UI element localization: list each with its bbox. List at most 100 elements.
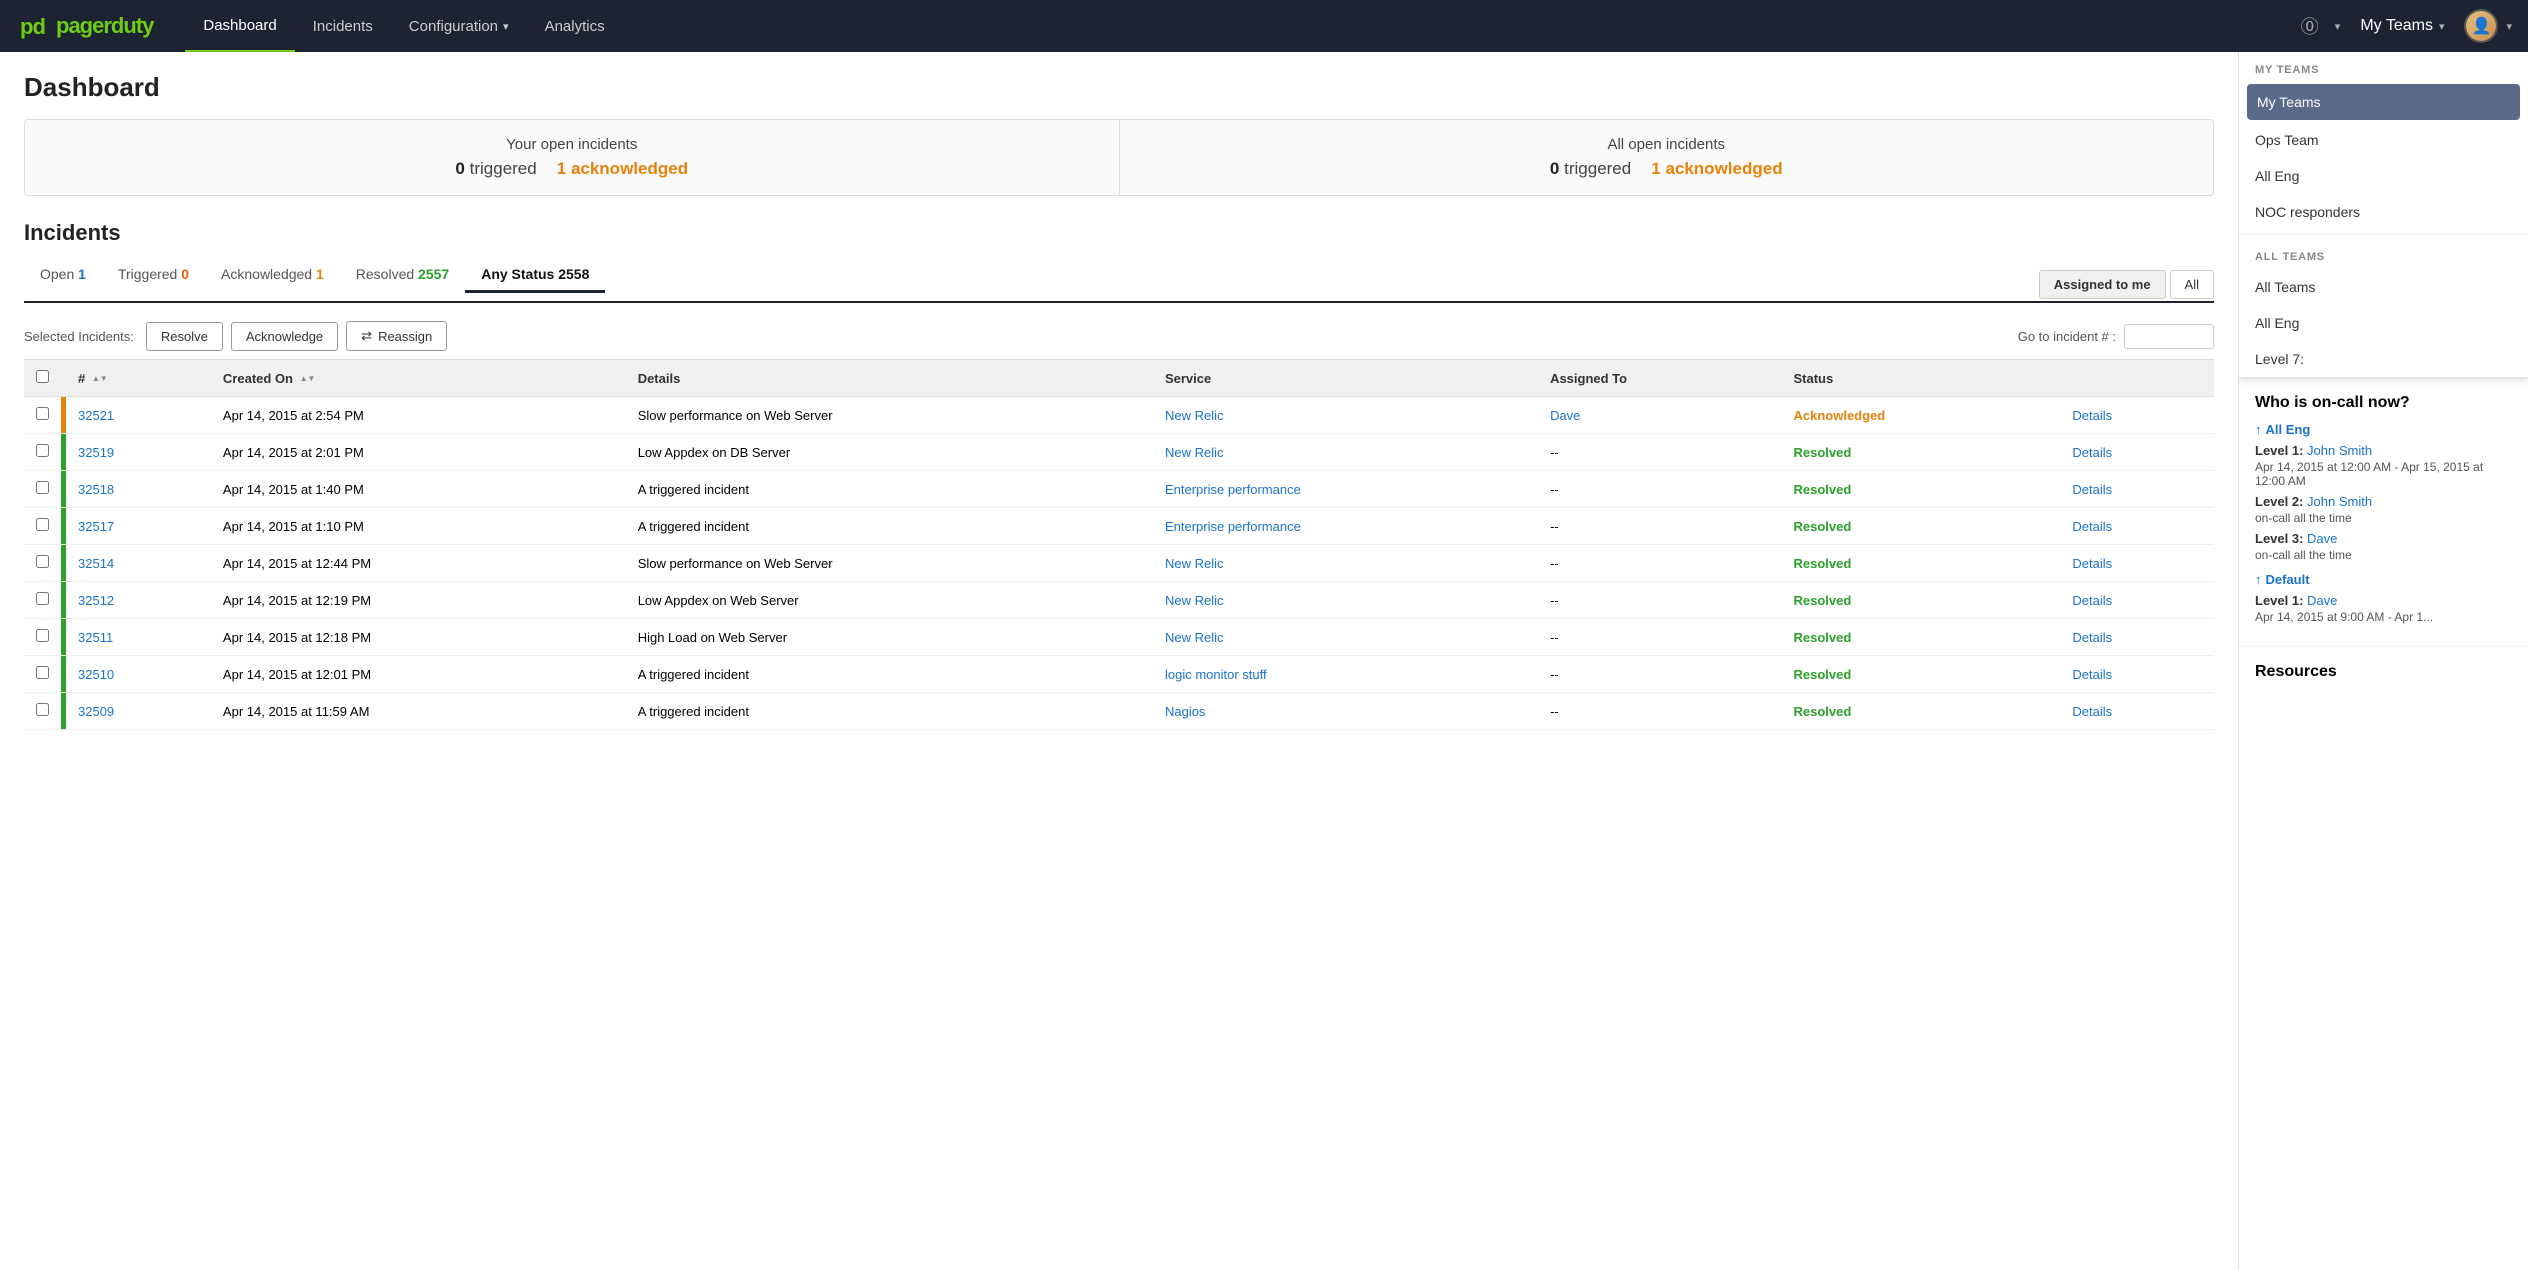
- incident-assigned[interactable]: Dave: [1538, 397, 1781, 434]
- incident-created: Apr 14, 2015 at 11:59 AM: [211, 693, 626, 730]
- incident-status: Resolved: [1782, 434, 2061, 471]
- user-avatar[interactable]: 👤: [2464, 9, 2498, 43]
- incident-details: Slow performance on Web Server: [626, 397, 1153, 434]
- row-checkbox[interactable]: [36, 518, 49, 531]
- row-checkbox[interactable]: [36, 407, 49, 420]
- my-teams-chevron-icon: ▾: [2439, 20, 2445, 33]
- goto-input[interactable]: [2124, 324, 2214, 349]
- incident-number[interactable]: 32514: [66, 545, 211, 582]
- teams-item-level7[interactable]: Level 7:: [2239, 341, 2528, 377]
- my-teams-button[interactable]: My Teams ▾: [2348, 0, 2456, 52]
- incident-status: Resolved: [1782, 656, 2061, 693]
- incident-created: Apr 14, 2015 at 12:01 PM: [211, 656, 626, 693]
- oncall-all-eng-name[interactable]: ↑ All Eng: [2255, 422, 2512, 437]
- oncall-arrow-icon: ↑: [2255, 422, 2262, 437]
- tab-open[interactable]: Open 1: [24, 258, 102, 293]
- incident-service[interactable]: logic monitor stuff: [1153, 656, 1538, 693]
- avatar-chevron-icon[interactable]: ▾: [2506, 20, 2512, 33]
- acknowledge-button[interactable]: Acknowledge: [231, 322, 338, 351]
- incident-number[interactable]: 32512: [66, 582, 211, 619]
- incident-number[interactable]: 32519: [66, 434, 211, 471]
- all-button[interactable]: All: [2170, 270, 2214, 299]
- incident-service[interactable]: New Relic: [1153, 582, 1538, 619]
- table-row: 32512 Apr 14, 2015 at 12:19 PM Low Appde…: [24, 582, 2214, 619]
- teams-item-all-eng-2[interactable]: All Eng: [2239, 305, 2528, 341]
- incident-assigned: --: [1538, 619, 1781, 656]
- pagerduty-logo[interactable]: pd pagerduty: [16, 8, 153, 44]
- resources-title: Resources: [2255, 663, 2512, 681]
- incident-details-link[interactable]: Details: [2060, 582, 2214, 619]
- incident-number[interactable]: 32517: [66, 508, 211, 545]
- row-checkbox-cell: [24, 471, 61, 508]
- th-created[interactable]: Created On ▲▼: [211, 360, 626, 397]
- incident-service[interactable]: Enterprise performance: [1153, 471, 1538, 508]
- row-checkbox[interactable]: [36, 444, 49, 457]
- tab-any-status[interactable]: Any Status 2558: [465, 258, 605, 293]
- row-checkbox[interactable]: [36, 592, 49, 605]
- your-ack-count: 1 acknowledged: [557, 159, 688, 179]
- row-checkbox-cell: [24, 656, 61, 693]
- tab-triggered[interactable]: Triggered 0: [102, 258, 205, 293]
- help-icon[interactable]: ⓪: [2293, 13, 2327, 39]
- your-incidents-col: Your open incidents 0 triggered 1 acknow…: [25, 120, 1119, 195]
- select-all-checkbox[interactable]: [36, 370, 49, 383]
- incident-number[interactable]: 32521: [66, 397, 211, 434]
- nav-analytics[interactable]: Analytics: [527, 0, 623, 52]
- incident-details-link[interactable]: Details: [2060, 508, 2214, 545]
- nav-configuration[interactable]: Configuration ▾: [391, 0, 527, 52]
- nav-right: ⓪ ▾ My Teams ▾ 👤 ▾: [2293, 0, 2512, 52]
- incident-status: Resolved: [1782, 471, 2061, 508]
- nav-links: Dashboard Incidents Configuration ▾ Anal…: [185, 0, 2292, 52]
- incident-details-link[interactable]: Details: [2060, 471, 2214, 508]
- nav-dashboard[interactable]: Dashboard: [185, 0, 294, 52]
- incident-service[interactable]: New Relic: [1153, 434, 1538, 471]
- teams-item-ops-team[interactable]: Ops Team: [2239, 122, 2528, 158]
- created-sort-icon[interactable]: ▲▼: [300, 375, 316, 383]
- incident-details-link[interactable]: Details: [2060, 693, 2214, 730]
- resolve-button[interactable]: Resolve: [146, 322, 223, 351]
- oncall-default-name[interactable]: ↑ Default: [2255, 572, 2512, 587]
- th-actions: [2060, 360, 2214, 397]
- row-checkbox[interactable]: [36, 555, 49, 568]
- incident-service[interactable]: New Relic: [1153, 545, 1538, 582]
- incident-service[interactable]: Nagios: [1153, 693, 1538, 730]
- incident-service[interactable]: New Relic: [1153, 619, 1538, 656]
- reassign-icon: ⇄: [361, 328, 372, 344]
- row-checkbox[interactable]: [36, 666, 49, 679]
- incident-details-link[interactable]: Details: [2060, 397, 2214, 434]
- incident-number[interactable]: 32509: [66, 693, 211, 730]
- incident-details-link[interactable]: Details: [2060, 656, 2214, 693]
- row-checkbox[interactable]: [36, 481, 49, 494]
- incident-status: Resolved: [1782, 508, 2061, 545]
- table-row: 32519 Apr 14, 2015 at 2:01 PM Low Appdex…: [24, 434, 2214, 471]
- tab-resolved[interactable]: Resolved 2557: [340, 258, 465, 293]
- help-chevron[interactable]: ▾: [2335, 20, 2341, 33]
- teams-item-my-teams[interactable]: My Teams: [2247, 84, 2520, 120]
- incident-assigned: --: [1538, 471, 1781, 508]
- nav-incidents[interactable]: Incidents: [295, 0, 391, 52]
- teams-item-all-teams[interactable]: All Teams: [2239, 269, 2528, 305]
- incident-details-link[interactable]: Details: [2060, 619, 2214, 656]
- incident-number[interactable]: 32510: [66, 656, 211, 693]
- incident-number[interactable]: 32518: [66, 471, 211, 508]
- th-assigned: Assigned To: [1538, 360, 1781, 397]
- teams-item-noc[interactable]: NOC responders: [2239, 194, 2528, 230]
- th-number[interactable]: # ▲▼: [66, 360, 211, 397]
- table-row: 32518 Apr 14, 2015 at 1:40 PM A triggere…: [24, 471, 2214, 508]
- row-checkbox[interactable]: [36, 629, 49, 642]
- goto-label: Go to incident # :: [2018, 329, 2116, 344]
- incident-number[interactable]: 32511: [66, 619, 211, 656]
- number-sort-icon[interactable]: ▲▼: [92, 375, 108, 383]
- incident-details-link[interactable]: Details: [2060, 545, 2214, 582]
- incident-service[interactable]: New Relic: [1153, 397, 1538, 434]
- oncall-l2-time: on-call all the time: [2255, 511, 2512, 525]
- row-checkbox[interactable]: [36, 703, 49, 716]
- incident-details-link[interactable]: Details: [2060, 434, 2214, 471]
- reassign-button[interactable]: ⇄ Reassign: [346, 321, 447, 351]
- teams-item-all-eng[interactable]: All Eng: [2239, 158, 2528, 194]
- tab-acknowledged[interactable]: Acknowledged 1: [205, 258, 340, 293]
- incident-created: Apr 14, 2015 at 1:40 PM: [211, 471, 626, 508]
- assigned-to-me-button[interactable]: Assigned to me: [2039, 270, 2166, 299]
- row-checkbox-cell: [24, 434, 61, 471]
- incident-service[interactable]: Enterprise performance: [1153, 508, 1538, 545]
